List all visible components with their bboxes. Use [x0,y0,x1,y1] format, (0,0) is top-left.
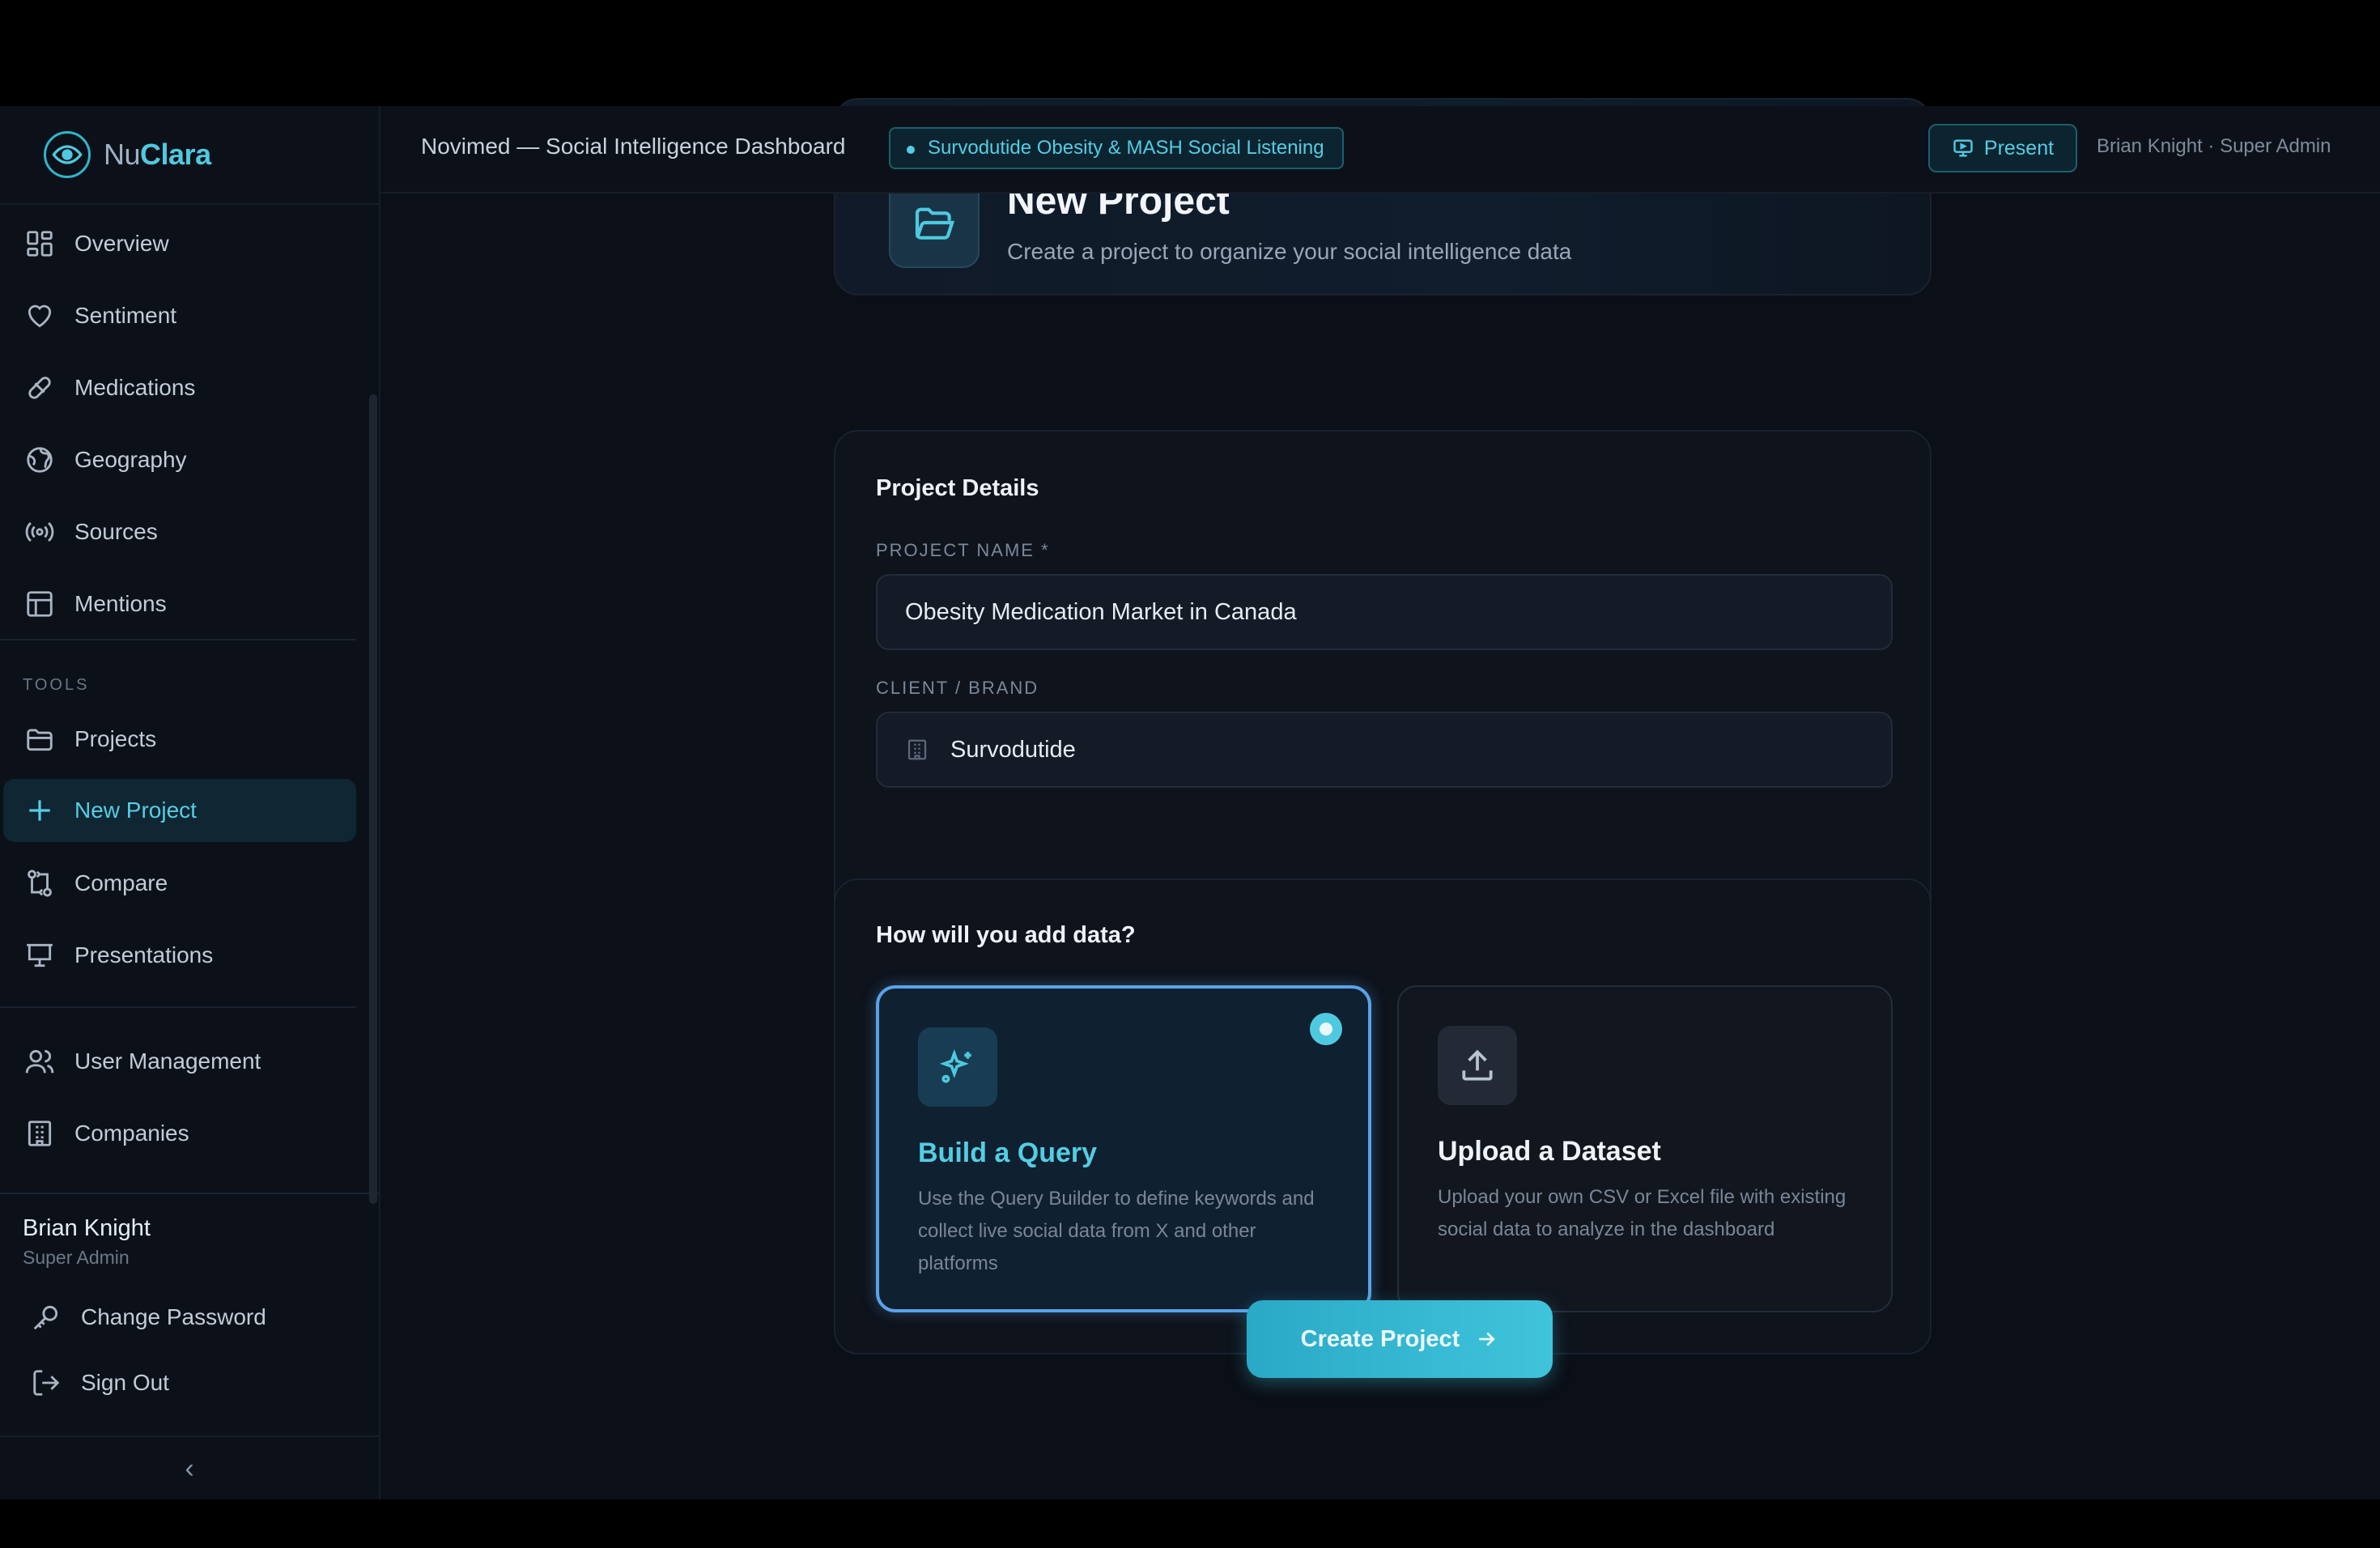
active-project-badge[interactable]: Survodutide Obesity & MASH Social Listen… [889,127,1344,169]
sidebar-user: Brian Knight Super Admin [23,1215,151,1269]
sidebar-item-label: Overview [74,231,169,256]
sidebar-scrollbar[interactable] [369,394,377,1204]
project-name-label: PROJECT NAME * [876,540,1050,560]
data-source-heading: How will you add data? [876,922,1136,948]
project-details-card: Project Details PROJECT NAME * Obesity M… [834,430,1932,933]
building-icon [28,1121,52,1146]
project-details-heading: Project Details [876,475,1039,501]
heart-icon [28,304,52,328]
sidebar-item-new-project[interactable]: New Project [3,779,356,842]
sidebar-item-label: Medications [74,375,196,400]
sidebar-item-sources[interactable]: Sources [3,500,356,563]
sidebar-item-label: Projects [74,726,157,751]
users-icon [25,1049,54,1074]
sidebar: NuClara Overview Sentiment Medications G… [0,106,380,1499]
sidebar-item-geography[interactable]: Geography [3,428,356,491]
arrow-right-icon [1479,1332,1496,1346]
client-brand-value: Survodutide [950,736,1076,763]
project-name-value: Obesity Medication Market in Canada [905,598,1297,625]
sidebar-item-label: Sentiment [74,303,177,328]
present-button[interactable]: Present [1928,124,2077,172]
folder-icon [27,729,53,751]
sidebar-item-user-management[interactable]: User Management [3,1030,356,1093]
collapse-sidebar-button[interactable]: ‹ [0,1435,379,1501]
option-description: Upload your own CSV or Excel file with e… [1438,1186,1847,1240]
key-icon [33,1305,58,1330]
selected-radio[interactable] [1310,1013,1342,1045]
chevron-left-icon: ‹ [185,1453,194,1484]
sidebar-item-medications[interactable]: Medications [3,356,356,419]
option-title: Build a Query [918,1138,1098,1168]
change-password-button[interactable]: Change Password [10,1286,363,1349]
sidebar-item-presentations[interactable]: Presentations [3,924,356,987]
sidebar-item-label: Geography [74,447,187,472]
upload-dataset-option[interactable]: Upload a Dataset Upload your own CSV or … [1397,985,1893,1312]
sidebar-item-label: New Project [74,797,197,823]
main-content: New Project Create a project to organize… [380,98,2380,1499]
client-brand-label: CLIENT / BRAND [876,678,1039,698]
brand-name: NuClara [104,138,211,172]
dashboard-title: Novimed — Social Intelligence Dashboard [421,134,846,159]
option-description: Use the Query Builder to define keywords… [918,1188,1315,1274]
sidebar-item-label: Sources [74,519,158,544]
section-label-tools: TOOLS [23,676,90,694]
compare-icon [28,870,52,897]
sidebar-divider [0,1006,356,1008]
presentation-icon [27,943,53,968]
upload-icon [1438,1026,1517,1105]
monitor-icon [1953,139,1973,157]
project-name-input[interactable]: Obesity Medication Market in Canada [876,574,1893,650]
sign-out-icon [33,1370,60,1396]
grid-icon [27,231,53,257]
sidebar-divider [0,1193,379,1194]
sidebar-item-label: Presentations [74,942,214,968]
sidebar-item-label: Compare [74,870,168,895]
page-subtitle: Create a project to organize your social… [1007,239,1572,264]
sidebar-item-mentions[interactable]: Mentions [3,572,356,636]
sidebar-item-companies[interactable]: Companies [3,1102,356,1165]
app-window: NuClara Overview Sentiment Medications G… [0,98,2380,1499]
brand-prefix: Nu [104,138,141,171]
plus-icon [29,800,50,821]
create-project-label: Create Project [1300,1325,1460,1352]
build-query-option[interactable]: Build a Query Use the Query Builder to d… [876,985,1371,1312]
brand-suffix: Clara [140,138,211,171]
broadcast-icon [25,521,54,542]
eye-logo-icon [44,131,91,178]
sparkles-icon [918,1027,997,1107]
top-bar: Novimed — Social Intelligence Dashboard … [380,106,2380,194]
sidebar-item-label: Change Password [81,1304,266,1329]
sidebar-divider [0,639,356,640]
sidebar-item-projects[interactable]: Projects [3,708,356,771]
building-icon [907,739,927,760]
sidebar-item-label: Companies [74,1121,189,1146]
sidebar-item-label: Sign Out [81,1370,169,1395]
globe-icon [27,447,53,473]
sidebar-item-overview[interactable]: Overview [3,212,356,275]
data-source-card: How will you add data? Build a Query Use… [834,878,1932,1354]
sign-out-button[interactable]: Sign Out [10,1351,363,1414]
user-name: Brian Knight [23,1215,151,1241]
user-role: Super Admin [23,1247,130,1268]
option-title: Upload a Dataset [1438,1136,1661,1167]
present-label: Present [1983,136,2055,159]
topbar-user-info: Brian Knight · Super Admin [2097,135,2331,157]
logo[interactable]: NuClara [0,106,379,205]
table-icon [27,591,53,617]
create-project-button[interactable]: Create Project [1247,1300,1553,1378]
sidebar-item-compare[interactable]: Compare [3,852,356,915]
pill-icon [28,376,51,399]
client-brand-input[interactable]: Survodutide [876,712,1893,788]
sidebar-item-label: Mentions [74,591,167,616]
sidebar-item-sentiment[interactable]: Sentiment [3,284,356,347]
sidebar-item-label: User Management [74,1048,261,1074]
